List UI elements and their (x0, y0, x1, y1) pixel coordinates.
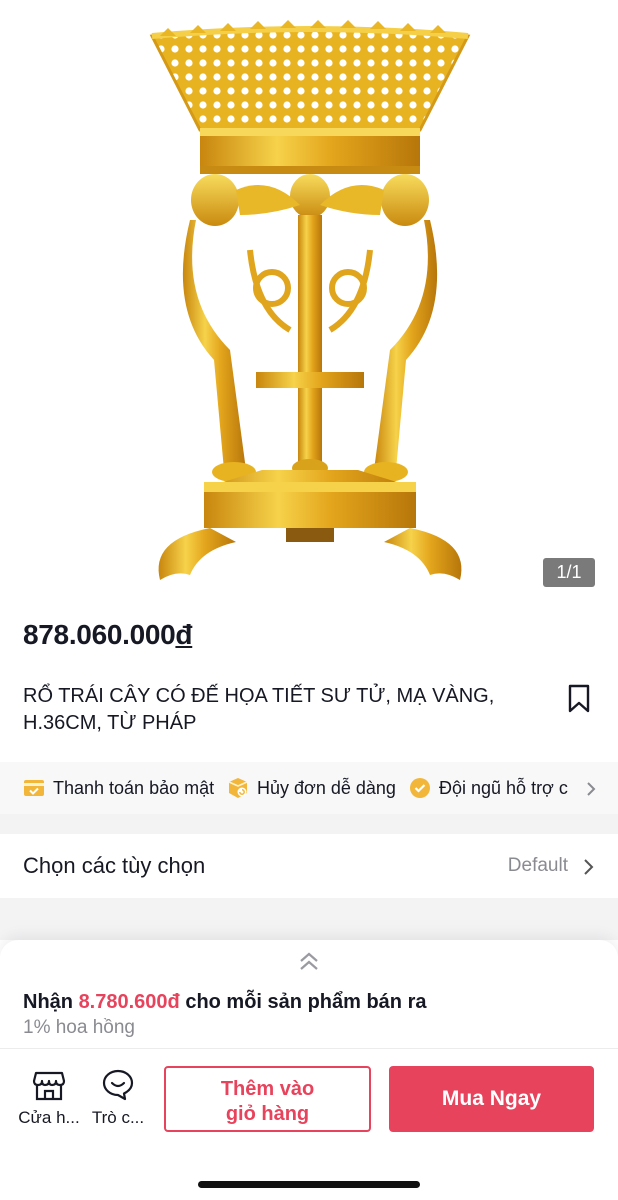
gold-fruit-basket-illustration (149, 20, 471, 580)
benefit-label: Đội ngũ hỗ trợ c (439, 777, 568, 798)
options-selector[interactable]: Chọn các tùy chọn Default (0, 834, 618, 898)
commission-suffix: cho mỗi sản phẩm bán ra (179, 991, 427, 1013)
product-image[interactable]: 1/1 (0, 0, 618, 605)
cart-label-line1: Thêm vào (220, 1078, 315, 1100)
divider (0, 1048, 618, 1049)
cart-label-line2: giỏ hàng (225, 1103, 310, 1125)
options-value: Default (507, 855, 568, 876)
product-price: 878.060.000đ (23, 619, 193, 651)
commission-amount: 8.780.600đ (78, 991, 180, 1013)
home-indicator[interactable] (198, 1181, 420, 1188)
section-divider (0, 814, 618, 834)
add-to-cart-button[interactable]: Thêm vào giỏ hàng (164, 1066, 371, 1132)
chevron-right-icon (584, 859, 594, 875)
commission-prefix: Nhận (23, 991, 79, 1013)
commission-text: Nhận 8.780.600đ cho mỗi sản phẩm bán ra (23, 991, 426, 1014)
badge-check-icon (410, 778, 430, 798)
benefit-label: Hủy đơn dễ dàng (257, 777, 396, 798)
price-amount: 878.060.000 (23, 619, 176, 650)
double-chevron-up-icon[interactable] (296, 950, 322, 974)
product-title: RỔ TRÁI CÂY CÓ ĐẾ HỌA TIẾT SƯ TỬ, MẠ VÀN… (23, 685, 495, 734)
benefit-support-team: Đội ngũ hỗ trợ c (409, 762, 568, 814)
section-divider (0, 898, 618, 940)
chat-label: Trò c... (91, 1108, 145, 1127)
bookmark-icon[interactable] (566, 684, 592, 714)
store-icon (32, 1071, 66, 1101)
benefit-secure-payment: Thanh toán bảo mật (23, 762, 214, 814)
card-check-icon (24, 780, 44, 796)
benefits-more[interactable] (568, 762, 618, 814)
commission-rate: 1% hoa hồng (23, 1017, 135, 1038)
box-refresh-icon (228, 778, 248, 798)
options-label: Chọn các tùy chọn (23, 853, 206, 878)
benefit-easy-cancel: Hủy đơn dễ dàng (227, 762, 396, 814)
chat-button[interactable]: Trò c... (83, 1066, 153, 1136)
shop-label: Cửa h... (18, 1108, 80, 1127)
benefits-strip[interactable]: Thanh toán bảo mật Hủy đơn dễ dàng Đội n… (0, 762, 618, 814)
shop-button[interactable]: Cửa h... (14, 1066, 84, 1136)
chat-smile-icon (102, 1069, 134, 1101)
benefit-label: Thanh toán bảo mật (53, 777, 215, 798)
chevron-right-icon (587, 782, 596, 796)
buy-now-button[interactable]: Mua Ngay (389, 1066, 594, 1132)
price-currency: đ (175, 619, 193, 650)
image-counter: 1/1 (543, 558, 595, 587)
